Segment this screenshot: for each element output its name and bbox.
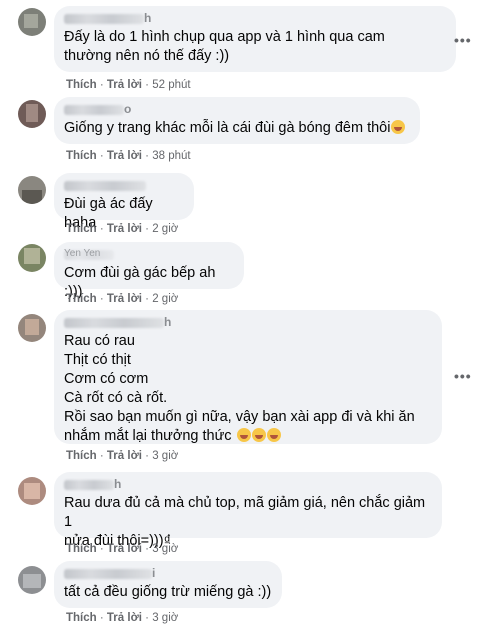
commenter-name[interactable] [64,179,184,193]
commenter-name[interactable]: h [64,315,432,330]
comment-bubble: h Rau dưa đủ cả mà chủ top, mã giảm giá,… [54,472,442,549]
comment-bubble: Đùi gà ác đấy haha [54,173,194,231]
timestamp[interactable]: 3 giờ [152,450,178,462]
like-link[interactable]: Thích [66,150,97,162]
comment-actions: Thích · Trả lời · 3 giờ [66,450,178,462]
avatar[interactable] [18,314,46,342]
separator: · [99,543,104,555]
separator: · [99,293,104,305]
comment-actions: Thích · Trả lời · 2 giờ [66,293,178,305]
avatar[interactable] [18,566,46,594]
commenter-name[interactable]: Yen Yen [64,248,234,262]
commenter-name[interactable]: o [64,102,410,117]
separator: · [99,79,104,91]
laughing-emoji-icon [266,428,281,442]
comment-actions: Thích · Trả lời · 2 giờ [66,223,178,235]
comment-text: tất cả đều giống trừ miếng gà :)) [64,584,272,600]
more-options-icon[interactable]: ••• [454,368,472,384]
laughing-emoji-icon [391,120,406,134]
comment-actions: Thích · Trả lời · 3 giờ [66,612,178,624]
comment-bubble: h Đấy là do 1 hình chụp qua app và 1 hìn… [54,6,456,72]
separator: · [99,612,104,624]
avatar[interactable] [18,477,46,505]
comment-bubble: Yen Yen Cơm đùi gà gác bếp ah :))) [54,242,244,300]
avatar[interactable] [18,244,46,272]
separator: · [145,79,149,91]
more-options-icon[interactable]: ••• [454,32,472,48]
like-link[interactable]: Thích [66,612,97,624]
like-link[interactable]: Thích [66,543,97,555]
separator: · [145,293,149,305]
separator: · [145,223,149,235]
timestamp[interactable]: 52 phút [152,79,190,91]
commenter-name[interactable]: i [64,566,272,581]
like-link[interactable]: Thích [66,223,97,235]
like-link[interactable]: Thích [66,79,97,91]
laughing-emoji-icon [236,428,251,442]
comment-text: Đấy là do 1 hình chụp qua app và 1 hình … [64,29,385,64]
reply-link[interactable]: Trả lời [107,150,142,162]
avatar[interactable] [18,176,46,204]
timestamp[interactable]: 2 giờ [152,293,178,305]
separator: · [145,612,149,624]
laughing-emoji-icon [251,428,266,442]
like-link[interactable]: Thích [66,293,97,305]
comment-text: Rau có rau Thịt có thịt Cơm có cơm Cà rố… [64,333,415,444]
reply-link[interactable]: Trả lời [107,293,142,305]
separator: · [145,543,149,555]
reply-link[interactable]: Trả lời [107,612,142,624]
reply-link[interactable]: Trả lời [107,543,142,555]
like-link[interactable]: Thích [66,450,97,462]
commenter-name[interactable]: h [64,11,446,26]
comment-text: Giống y trang khác mỗi là cái đùi gà bón… [64,119,410,138]
commenter-name[interactable]: h [64,477,432,492]
comment-actions: Thích · Trả lời · 38 phút [66,150,191,162]
reply-link[interactable]: Trả lời [107,79,142,91]
timestamp[interactable]: 3 giờ [152,612,178,624]
separator: · [145,450,149,462]
comment-bubble: o Giống y trang khác mỗi là cái đùi gà b… [54,97,420,144]
comment-actions: Thích · Trả lời · 3 giờ [66,543,178,555]
timestamp[interactable]: 2 giờ [152,223,178,235]
separator: · [99,223,104,235]
timestamp[interactable]: 38 phút [152,150,190,162]
comment-bubble: h Rau có rau Thịt có thịt Cơm có cơm Cà … [54,310,442,444]
comment-actions: Thích · Trả lời · 52 phút [66,79,191,91]
avatar[interactable] [18,100,46,128]
separator: · [99,150,104,162]
avatar[interactable] [18,8,46,36]
separator: · [145,150,149,162]
reply-link[interactable]: Trả lời [107,223,142,235]
comment-bubble: i tất cả đều giống trừ miếng gà :)) [54,561,282,608]
timestamp[interactable]: 3 giờ [152,543,178,555]
separator: · [99,450,104,462]
reply-link[interactable]: Trả lời [107,450,142,462]
